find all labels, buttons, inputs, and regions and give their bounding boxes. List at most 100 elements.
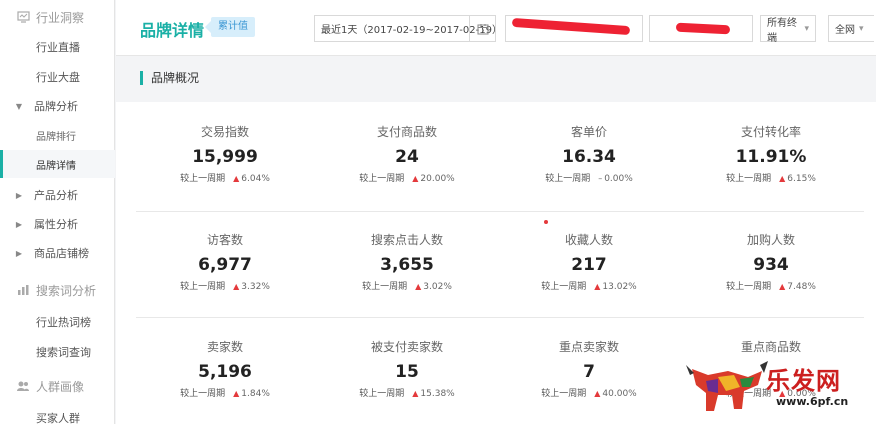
sidebar-item-product-analysis[interactable]: ▶ 产品分析 [0,181,115,209]
arrow-up-icon: ▲ [412,174,419,183]
caret-right-icon: ▶ [15,219,23,229]
compare-label: 较上一周期 [362,282,408,292]
sidebar-group-persona[interactable]: 人群画像 [0,371,115,401]
sidebar-item-industry-overview[interactable]: 行业大盘 [0,63,115,91]
metric-compare: 较上一周期 ▲ 13.02% [498,281,680,293]
metric-compare: 较上一周期 ▲ 1.84% [134,388,316,400]
sidebar-item-label: 品牌详情 [36,160,76,172]
metric-value: 15,999 [192,147,258,167]
users-icon [16,379,30,393]
sidebar-item-label: 行业热词榜 [36,316,91,329]
sidebar-group-label: 人群画像 [36,379,85,394]
metric-value: 3,655 [380,255,434,275]
compare-label: 较上一周期 [541,389,587,399]
date-range-picker[interactable]: 最近1天（2017-02-19~2017-02-19） [314,15,496,42]
metric-label: 重点商品数 [740,340,801,354]
metric-label: 搜索点击人数 [370,233,443,247]
metric-compare: 较上一周期 ▲ 6.04% [134,173,316,185]
section-title: 品牌概况 [140,71,199,85]
header-bar: 品牌详情 累计值 最近1天（2017-02-19~2017-02-19） 所有终… [116,0,876,56]
compare-label: 较上一周期 [359,389,405,399]
sidebar-item-brand-detail[interactable]: 品牌详情 [0,150,115,178]
sidebar-item-attribute-analysis[interactable]: ▶ 属性分析 [0,210,115,238]
metric-label: 加购人数 [746,233,795,247]
sidebar-item-brand-rank[interactable]: 品牌排行 [0,121,115,149]
arrow-up-icon: ▲ [779,174,786,183]
change-value: 6.04% [241,174,270,184]
metric-visitors: 访客数 6,977 较上一周期 ▲ 3.32% [134,232,316,293]
sidebar-group-search[interactable]: 搜索词分析 [0,275,115,305]
metric-value: 24 [395,147,419,167]
caret-right-icon: ▶ [15,248,23,258]
sidebar-item-buyer-crowd[interactable]: 买家人群 [0,404,115,424]
terminal-select[interactable]: 所有终端 ▾ [760,15,816,44]
network-select-value: 全网 [835,25,855,36]
metric-paid-sellers: 被支付卖家数 15 较上一周期 ▲ 15.38% [316,339,498,400]
row-divider [136,211,864,212]
watermark-url: www.6pf.cn [776,395,849,408]
caret-right-icon: ▶ [15,190,23,200]
metric-label: 支付商品数 [376,125,437,139]
metric-label: 支付转化率 [740,125,801,139]
metric-sellers: 卖家数 5,196 较上一周期 ▲ 1.84% [134,339,316,400]
cumulative-badge: 累计值 [205,17,255,37]
sidebar-group-label: 行业洞察 [36,10,85,25]
network-select[interactable]: 全网 ▾ [828,15,874,42]
metric-compare: 较上一周期 ▲ 40.00% [498,388,680,400]
sidebar-item-label: 行业直播 [36,41,80,54]
watermark-brand: 乐发网 [766,366,841,395]
metric-trade-index: 交易指数 15,999 较上一周期 ▲ 6.04% [134,124,316,185]
sidebar-group-label: 搜索词分析 [36,283,97,298]
sidebar-item-label: 属性分析 [34,218,78,231]
change-value: 1.84% [241,389,270,399]
arrow-up-icon: ▲ [594,282,601,291]
arrow-up-icon: ▲ [233,389,240,398]
change-value: 6.15% [787,174,816,184]
compare-label: 较上一周期 [180,174,226,184]
chevron-down-icon: ▾ [859,23,864,34]
change-value: 40.00% [602,389,637,399]
arrow-up-icon: ▲ [233,282,240,291]
metric-conversion-rate: 支付转化率 11.91% 较上一周期 ▲ 6.15% [680,124,862,185]
metric-label: 重点卖家数 [558,340,619,354]
flat-icon: – [598,174,603,183]
redacted-filter-1[interactable] [505,15,643,42]
sidebar-group-industry[interactable]: 行业洞察 [0,2,115,32]
sidebar-item-industry-live[interactable]: 行业直播 [0,33,115,61]
metric-paid-goods: 支付商品数 24 较上一周期 ▲ 20.00% [316,124,498,185]
metric-label: 客单价 [570,125,607,139]
sidebar-item-label: 搜索词查询 [36,346,91,359]
calendar-icon[interactable] [469,16,495,41]
compare-label: 较上一周期 [541,282,587,292]
metric-compare: 较上一周期 ▲ 3.02% [316,281,498,293]
metric-label: 收藏人数 [564,233,613,247]
metric-label: 交易指数 [200,125,249,139]
compare-label: 较上一周期 [359,174,405,184]
metric-label: 被支付卖家数 [370,340,443,354]
metric-value: 7 [583,362,595,382]
sidebar-item-label: 商品店铺榜 [34,247,89,260]
change-value: 3.32% [241,282,270,292]
sidebar: 行业洞察 行业直播 行业大盘 ▼ 品牌分析 品牌排行 品牌详情 ▶ 产品分析 ▶… [0,0,115,424]
arrow-up-icon: ▲ [415,282,422,291]
arrow-up-icon: ▲ [412,389,419,398]
redaction-mark [675,22,731,35]
metric-value: 16.34 [562,147,616,167]
sidebar-item-label: 品牌分析 [34,100,78,113]
redacted-filter-2[interactable] [649,15,753,42]
sidebar-item-brand-analysis[interactable]: ▼ 品牌分析 [0,92,115,120]
sidebar-item-industry-hot-words[interactable]: 行业热词榜 [0,308,115,336]
metric-value: 5,196 [198,362,252,382]
chevron-down-icon: ▾ [804,23,809,34]
redaction-mark [511,17,631,36]
metric-add-to-cart: 加购人数 934 较上一周期 ▲ 7.48% [680,232,862,293]
sidebar-item-label: 买家人群 [36,412,80,424]
page-title: 品牌详情 [140,21,205,40]
metric-compare: 较上一周期 ▲ 3.32% [134,281,316,293]
change-value: 7.48% [787,282,816,292]
metric-label: 访客数 [206,233,243,247]
sidebar-item-search-word-query[interactable]: 搜索词查询 [0,338,115,366]
change-value: 15.38% [420,389,455,399]
sidebar-item-goods-store-rank[interactable]: ▶ 商品店铺榜 [0,239,115,267]
metric-key-sellers: 重点卖家数 7 较上一周期 ▲ 40.00% [498,339,680,400]
